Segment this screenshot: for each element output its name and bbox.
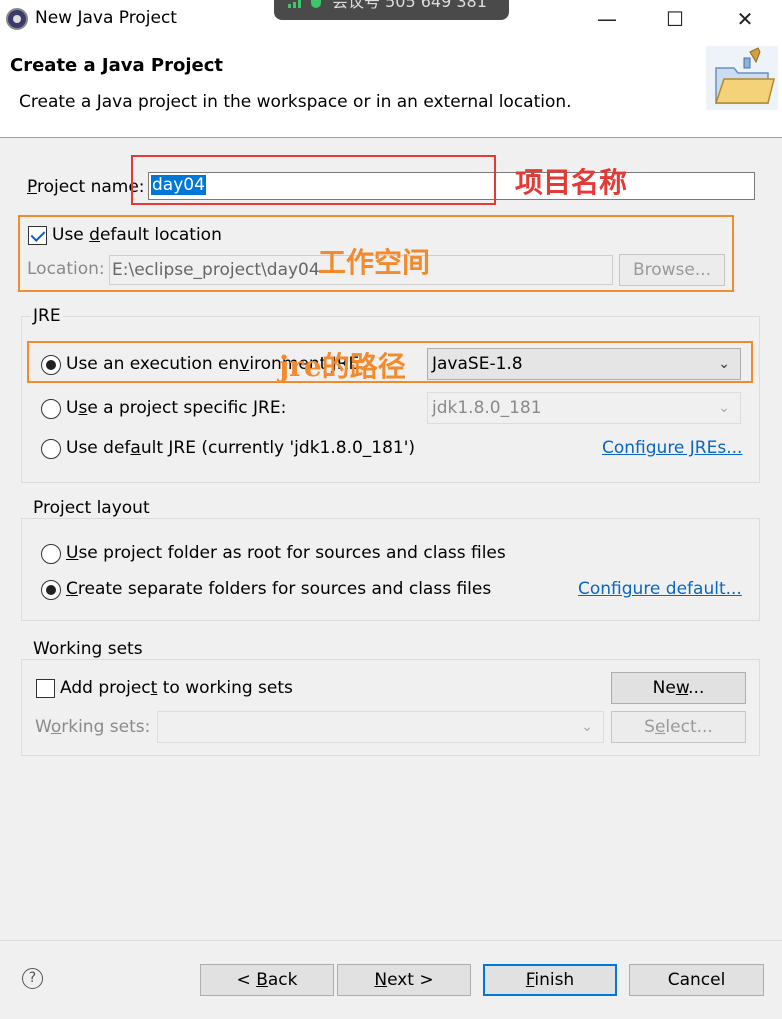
maximize-button[interactable]: ☐ [652,2,698,36]
project-layout-group-label: Project layout [31,498,152,518]
use-default-location-label: Use default location [52,225,222,245]
help-icon[interactable]: ? [22,968,43,989]
project-name-annotation: 项目名称 [515,166,628,199]
eclipse-icon [6,8,28,30]
workspace-annotation: 工作空间 [318,246,431,279]
wizard-header: Create a Java Project Create a Java proj… [0,38,782,138]
separate-folders-radio[interactable] [41,580,61,600]
title-bar: New Java Project 会议号 505 649 381 — ☐ ✕ [0,0,782,38]
project-name-input[interactable]: day04 [148,172,755,200]
wizard-description: Create a Java project in the workspace o… [19,92,572,112]
window-title: New Java Project [35,8,177,28]
minimize-button[interactable]: — [584,2,630,36]
project-name-value: day04 [151,175,206,195]
status-dot-icon [311,0,321,8]
working-sets-group-label: Working sets [31,639,145,659]
execution-environment-select[interactable]: JavaSE-1.8 ⌄ [427,348,741,380]
location-label: Location: [27,259,105,279]
project-specific-jre-select[interactable]: jdk1.8.0_181 ⌄ [427,392,741,424]
jre-group-label: JRE [31,306,63,326]
chevron-down-icon: ⌄ [581,719,593,735]
separate-folders-label: Create separate folders for sources and … [66,579,492,599]
signal-icon [288,0,302,8]
project-layout-group [21,518,760,621]
browse-button[interactable]: Browse... [619,254,725,286]
chevron-down-icon: ⌄ [718,400,730,416]
back-button[interactable]: < Back [200,964,334,996]
project-name-label: Project name: [27,177,145,197]
execution-environment-radio[interactable] [41,355,61,375]
finish-button[interactable]: Finish [483,964,617,996]
meeting-id-text: 会议号 505 649 381 [332,0,487,11]
project-specific-jre-label: Use a project specific JRE: [66,398,287,418]
folder-as-root-radio[interactable] [41,544,61,564]
select-working-sets-button[interactable]: Select... [611,711,746,743]
close-button[interactable]: ✕ [722,2,768,36]
use-default-location-checkbox[interactable] [28,226,47,245]
cancel-button[interactable]: Cancel [629,964,764,996]
java-project-folder-icon [706,46,778,110]
execution-environment-value: JavaSE-1.8 [432,354,523,374]
new-working-set-button[interactable]: New... [611,672,746,704]
project-specific-jre-radio[interactable] [41,399,61,419]
working-sets-select[interactable]: ⌄ [157,711,604,743]
project-specific-jre-value: jdk1.8.0_181 [432,398,542,418]
footer-separator [0,940,782,941]
add-to-working-sets-checkbox[interactable] [36,679,55,698]
jre-path-annotation: jre的路径 [279,350,406,383]
working-sets-label: Working sets: [35,717,151,737]
meeting-overlay: 会议号 505 649 381 [274,0,509,20]
chevron-down-icon: ⌄ [718,356,730,372]
folder-as-root-label: Use project folder as root for sources a… [66,543,506,563]
default-jre-label: Use default JRE (currently 'jdk1.8.0_181… [66,438,416,458]
add-to-working-sets-label: Add project to working sets [60,678,293,698]
configure-default-link[interactable]: Configure default... [578,579,742,599]
default-jre-radio[interactable] [41,439,61,459]
wizard-title: Create a Java Project [10,55,224,76]
configure-jres-link[interactable]: Configure JREs... [602,438,742,458]
next-button[interactable]: Next > [337,964,471,996]
